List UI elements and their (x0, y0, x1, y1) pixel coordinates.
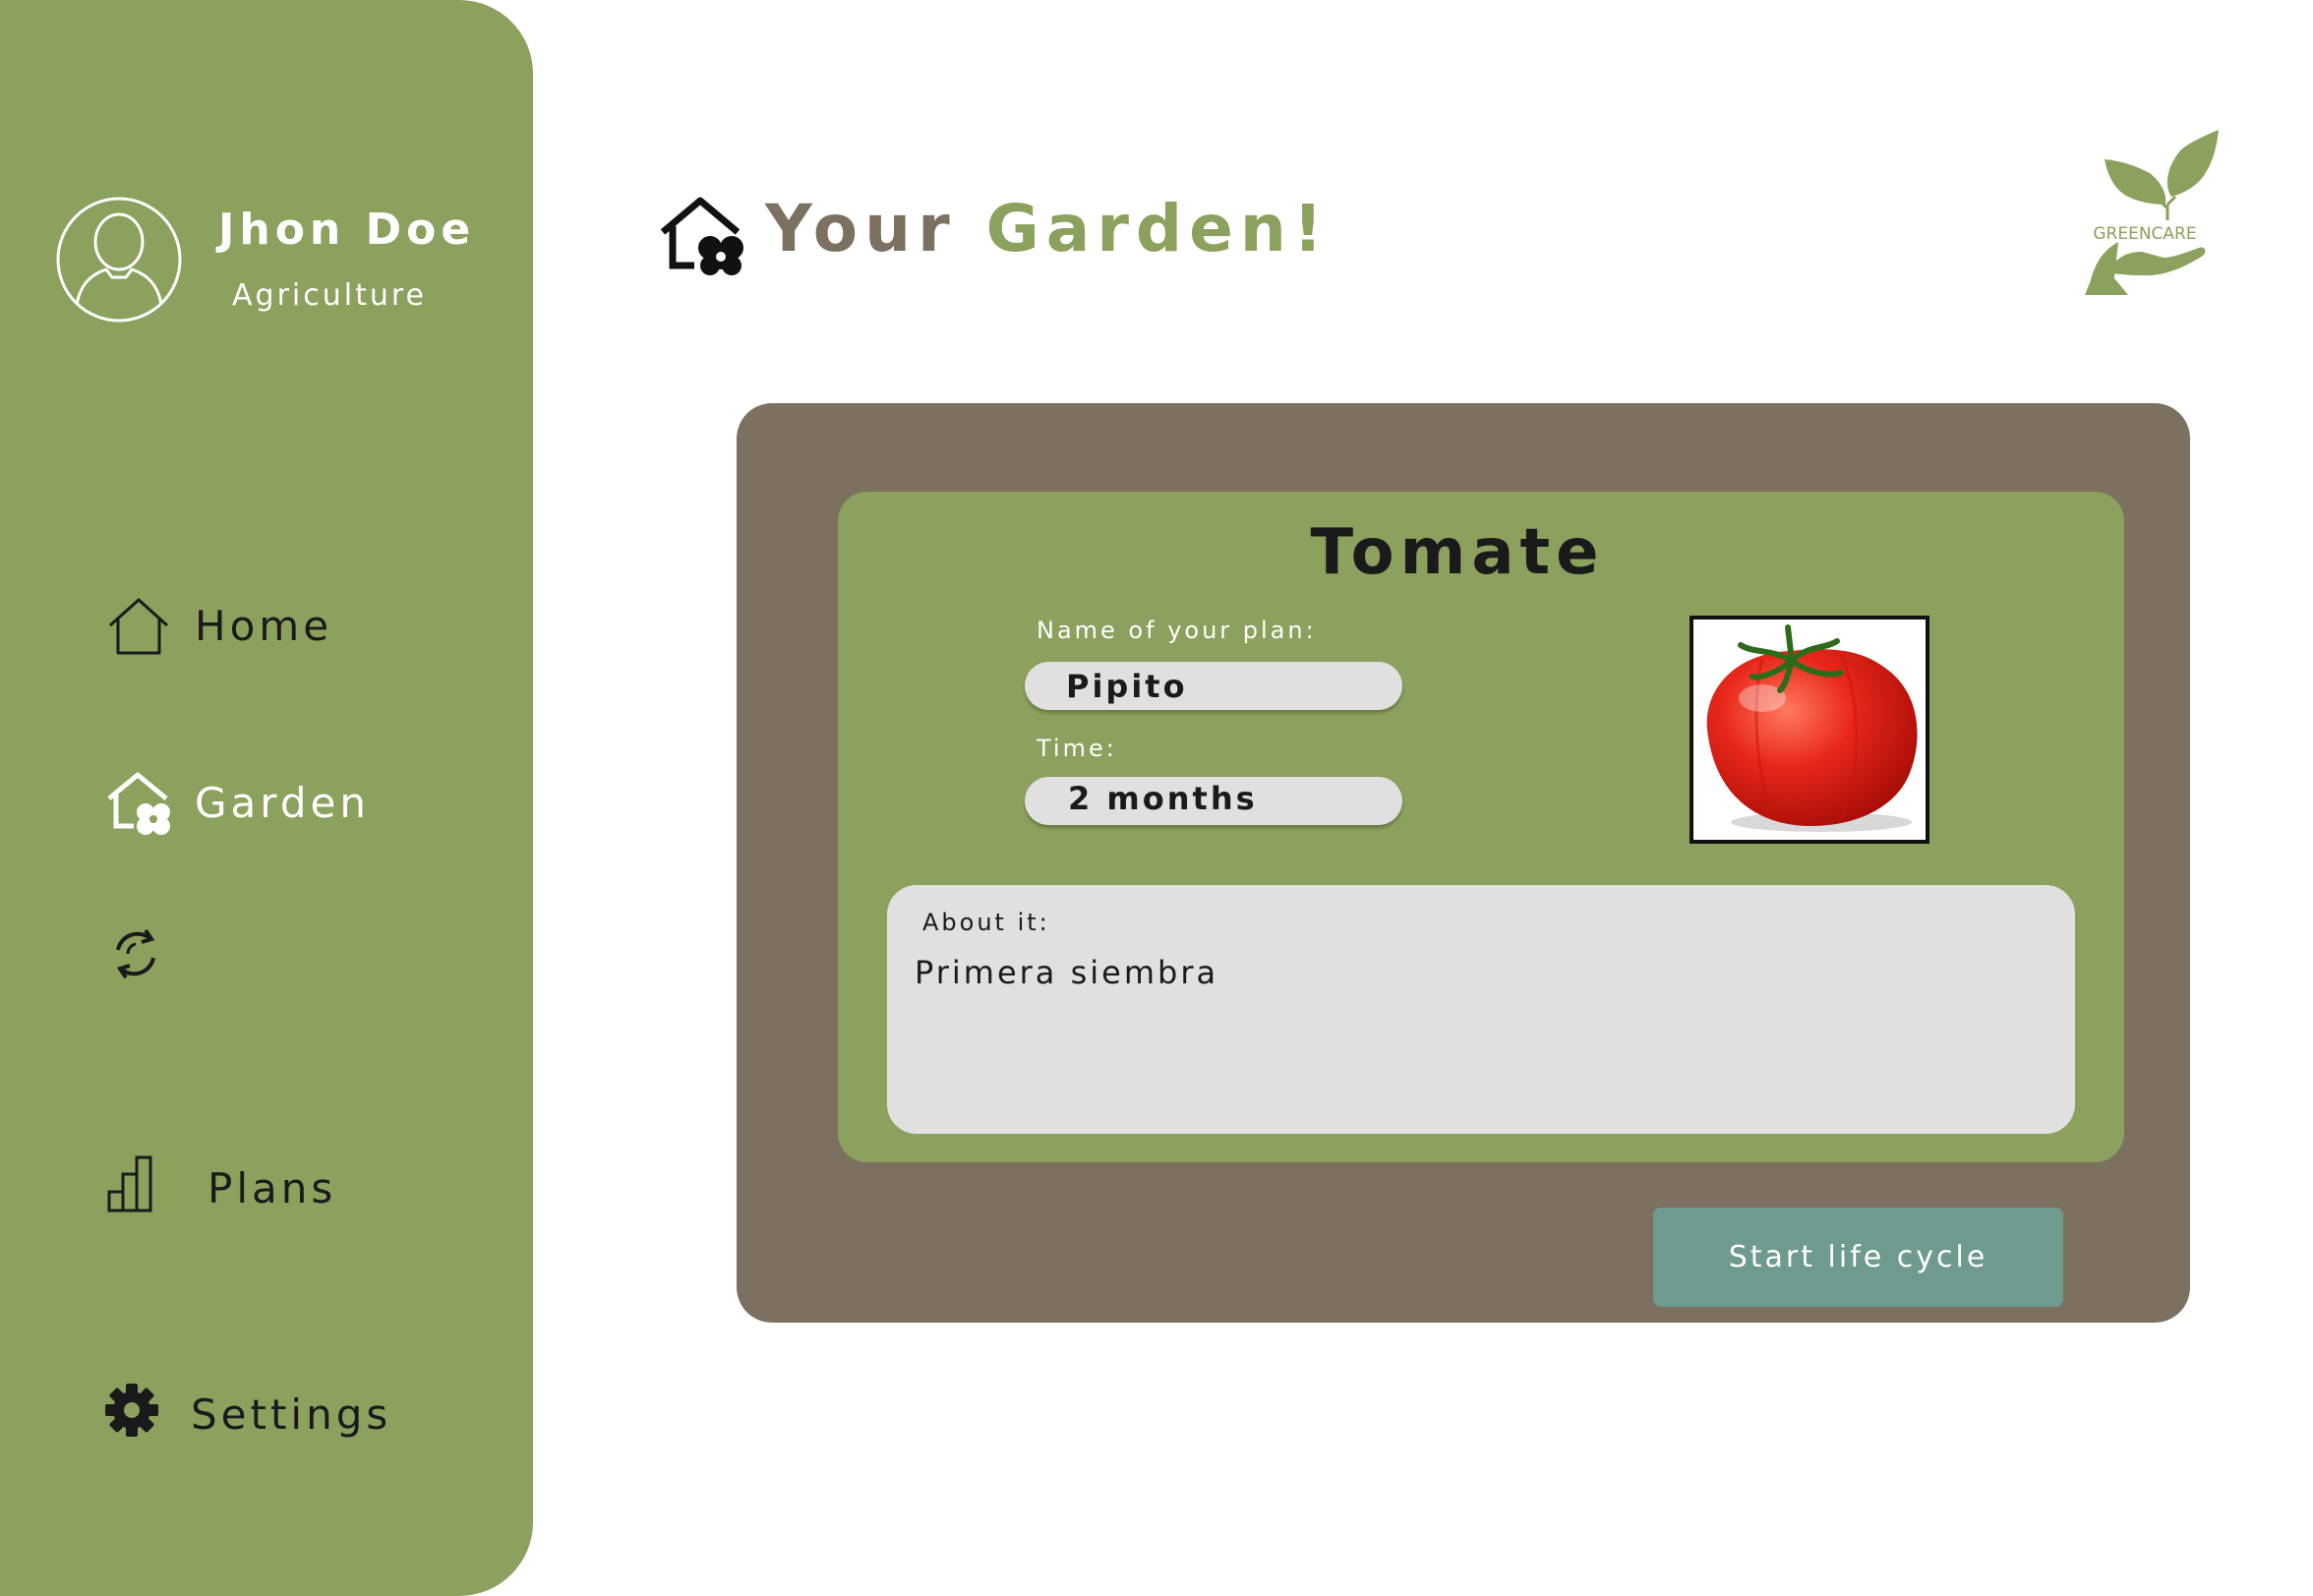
garden-house-icon (107, 772, 170, 835)
sidebar-item-label: Settings (191, 1390, 392, 1439)
start-life-cycle-button[interactable]: Start life cycle (1653, 1208, 2063, 1307)
time-value: 2 months (1068, 780, 1258, 817)
sidebar-item-cycle[interactable] (108, 924, 167, 987)
sidebar-item-garden[interactable]: Garden (106, 765, 382, 844)
sidebar-item-plans[interactable]: Plans (106, 1151, 342, 1223)
plan-name-label: Name of your plan: (1037, 617, 1317, 644)
sidebar: Jhon Doe Agriculture Home Garden Plans S… (0, 0, 533, 1596)
time-field[interactable]: 2 months (1025, 777, 1402, 825)
sidebar-item-label: Home (195, 602, 333, 650)
logo-text: GREENCARE (2093, 224, 2196, 244)
home-icon (108, 598, 169, 655)
plan-name-value: Pipito (1066, 668, 1188, 705)
page-title-part-2: Garden! (985, 191, 1330, 266)
gear-icon (105, 1384, 158, 1437)
page-title-part-1: Your (765, 191, 957, 266)
page-title: Your Garden! (765, 197, 1330, 262)
sidebar-item-label: Plans (208, 1164, 337, 1212)
user-avatar-icon (56, 197, 182, 323)
about-textarea[interactable]: About it: Primera siembra (887, 885, 2075, 1134)
about-label: About it: (922, 909, 1050, 936)
plant-name: Tomate (1310, 516, 1605, 589)
start-life-cycle-label: Start life cycle (1728, 1240, 1988, 1274)
bar-chart-icon (107, 1155, 152, 1212)
greencare-logo: GREENCARE (2085, 130, 2219, 295)
tomato-image (1690, 616, 1929, 844)
tomato-illustration (1706, 624, 1918, 832)
user-role: Agriculture (232, 278, 427, 313)
sidebar-item-settings[interactable]: Settings (104, 1377, 399, 1449)
time-label: Time: (1037, 735, 1117, 762)
sidebar-item-label: Garden (195, 779, 370, 827)
plan-name-field[interactable]: Pipito (1025, 662, 1402, 710)
user-name: Jhon Doe (218, 205, 476, 255)
refresh-cycle-icon (116, 928, 155, 979)
sidebar-item-home[interactable]: Home (106, 590, 352, 659)
garden-house-icon (660, 197, 743, 275)
about-text: Primera siembra (915, 954, 1219, 991)
